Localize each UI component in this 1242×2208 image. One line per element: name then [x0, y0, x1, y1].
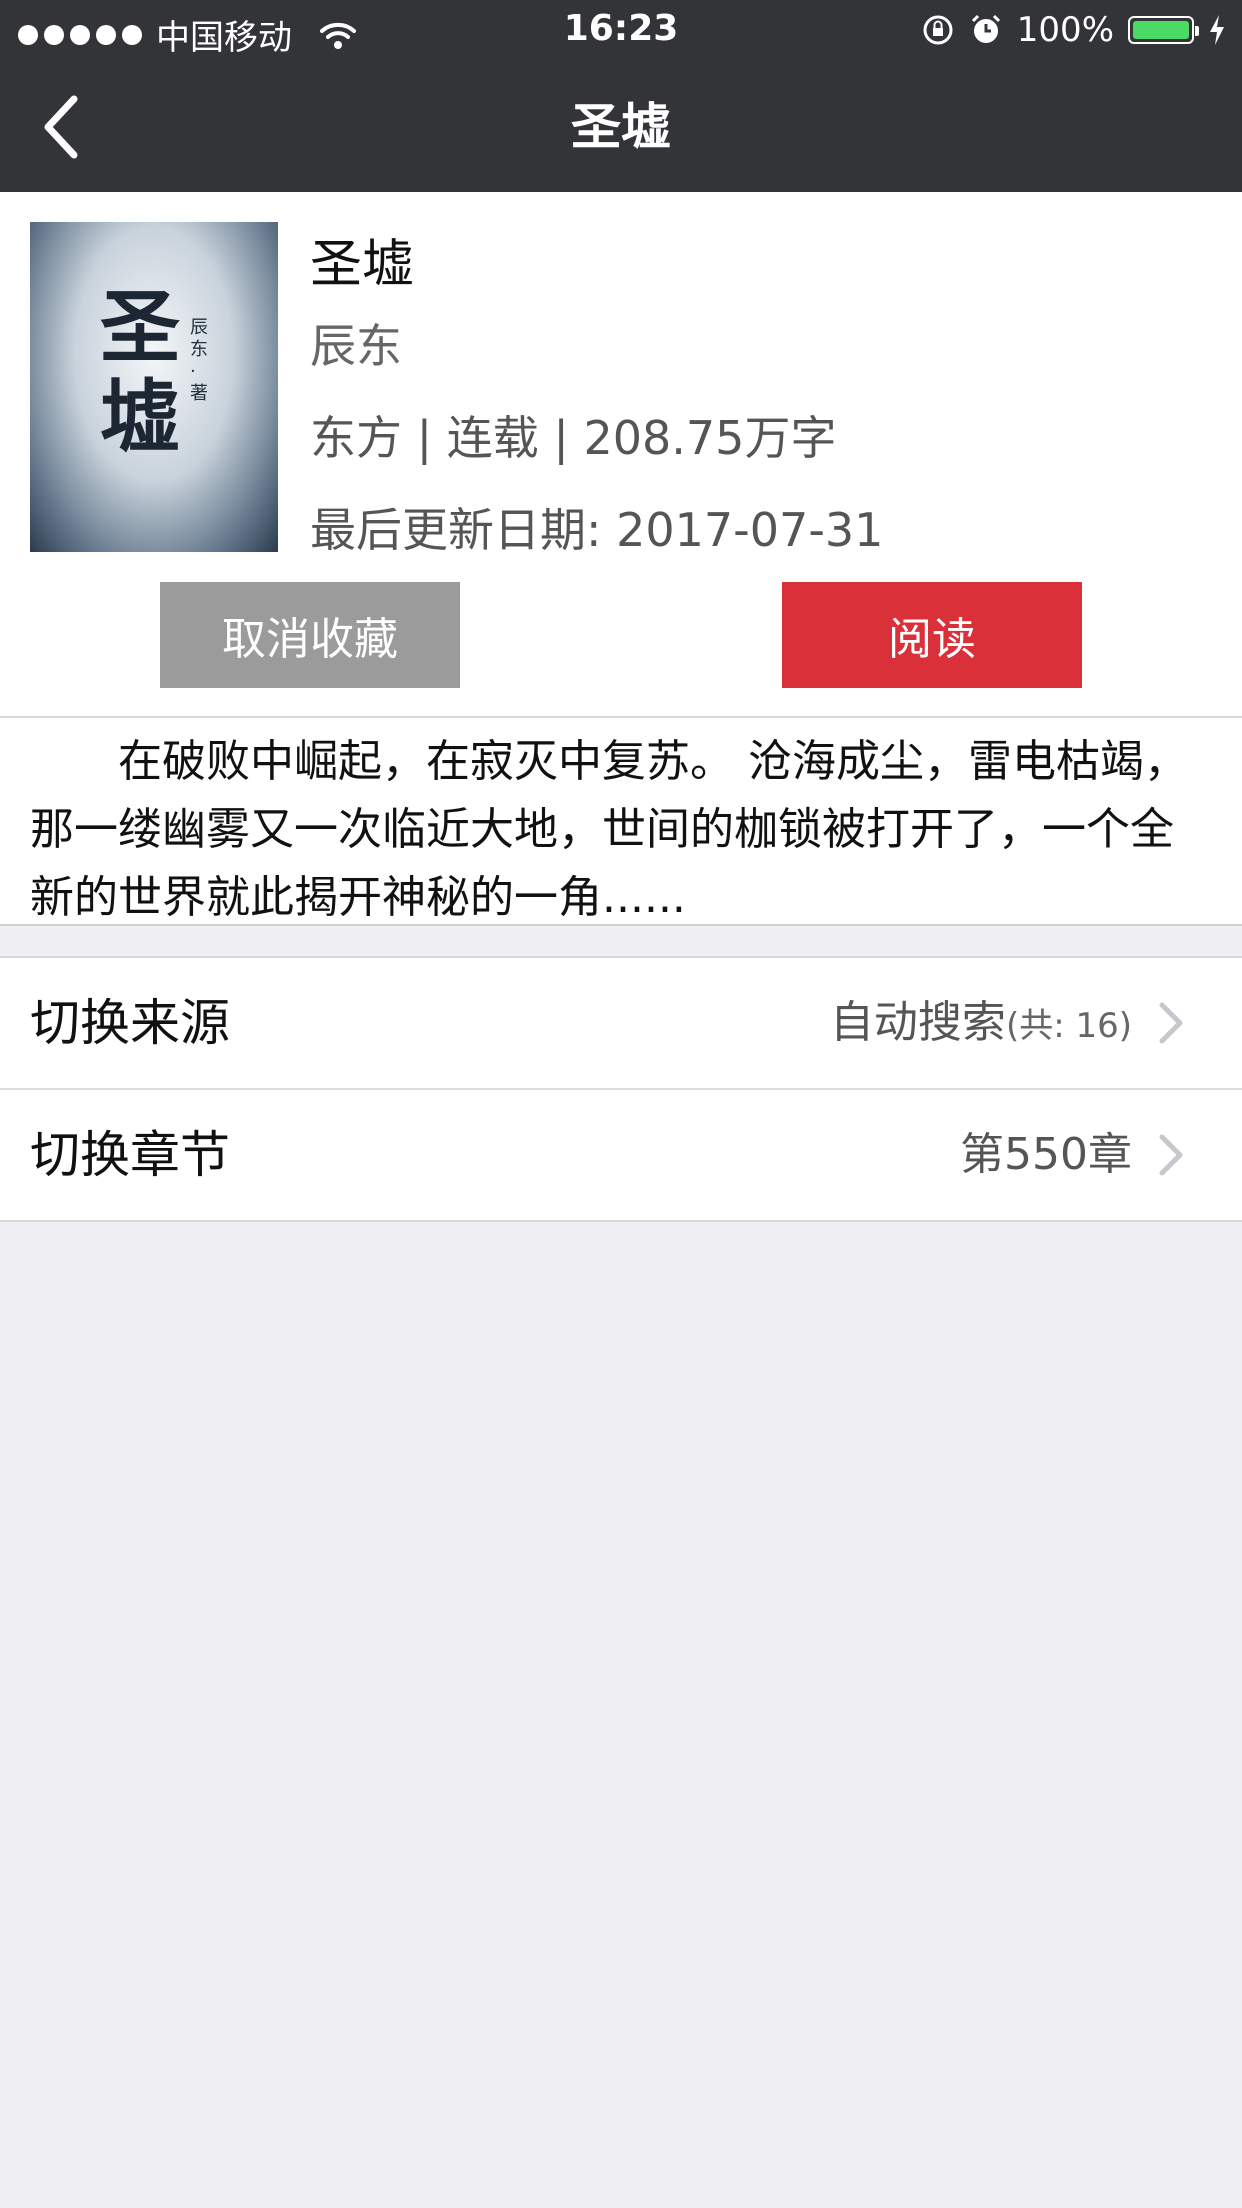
book-title: 圣墟 — [310, 235, 415, 295]
book-updated-date: 最后更新日期: 2017-07-31 — [310, 503, 884, 557]
switch-source-label: 切换来源 — [30, 994, 230, 1052]
read-button[interactable]: 阅读 — [782, 582, 1082, 688]
book-cover: 圣墟 辰东·著 — [30, 222, 278, 552]
switch-source-value: 自动搜索(共: 16) — [830, 958, 1132, 1088]
status-bar: 中国移动 16:23 100% — [0, 0, 1242, 62]
top-bar: 中国移动 16:23 100% 圣墟 — [0, 0, 1242, 192]
battery-fill — [1133, 21, 1189, 39]
switch-source-row[interactable]: 切换来源 自动搜索(共: 16) — [0, 958, 1242, 1088]
charging-icon — [1210, 15, 1224, 45]
battery-percent: 100% — [1016, 10, 1114, 50]
book-info-card: 圣墟 辰东·著 圣墟 辰东 东方 | 连载 | 208.75万字 最后更新日期:… — [0, 192, 1242, 718]
source-count: (共: 16) — [1005, 1006, 1132, 1046]
alarm-icon — [971, 14, 1000, 43]
source-value: 自动搜索 — [829, 997, 1006, 1048]
battery-icon — [1128, 16, 1199, 44]
chevron-right-icon — [1159, 1002, 1183, 1044]
switch-chapter-label: 切换章节 — [30, 1126, 230, 1184]
book-author: 辰东 — [310, 319, 402, 373]
status-right: 100% — [921, 10, 1226, 50]
switch-chapter-value: 第550章 — [960, 1129, 1132, 1180]
orientation-lock-icon — [923, 15, 953, 45]
settings-list: 切换来源 自动搜索(共: 16) 切换章节 第550章 — [0, 956, 1242, 1222]
switch-chapter-row[interactable]: 切换章节 第550章 — [0, 1088, 1242, 1220]
unfavorite-button[interactable]: 取消收藏 — [160, 582, 460, 688]
book-meta: 东方 | 连载 | 208.75万字 — [310, 411, 837, 465]
cover-title: 圣墟 — [100, 280, 180, 464]
page-title: 圣墟 — [571, 98, 671, 156]
cover-author-mark: 辰东·著 — [190, 317, 208, 404]
chevron-right-icon — [1159, 1134, 1183, 1176]
nav-bar: 圣墟 — [0, 62, 1242, 192]
book-synopsis: 在破败中崛起，在寂灭中复苏。 沧海成尘，雷电枯竭，那一缕幽雾又一次临近大地，世间… — [0, 718, 1242, 926]
